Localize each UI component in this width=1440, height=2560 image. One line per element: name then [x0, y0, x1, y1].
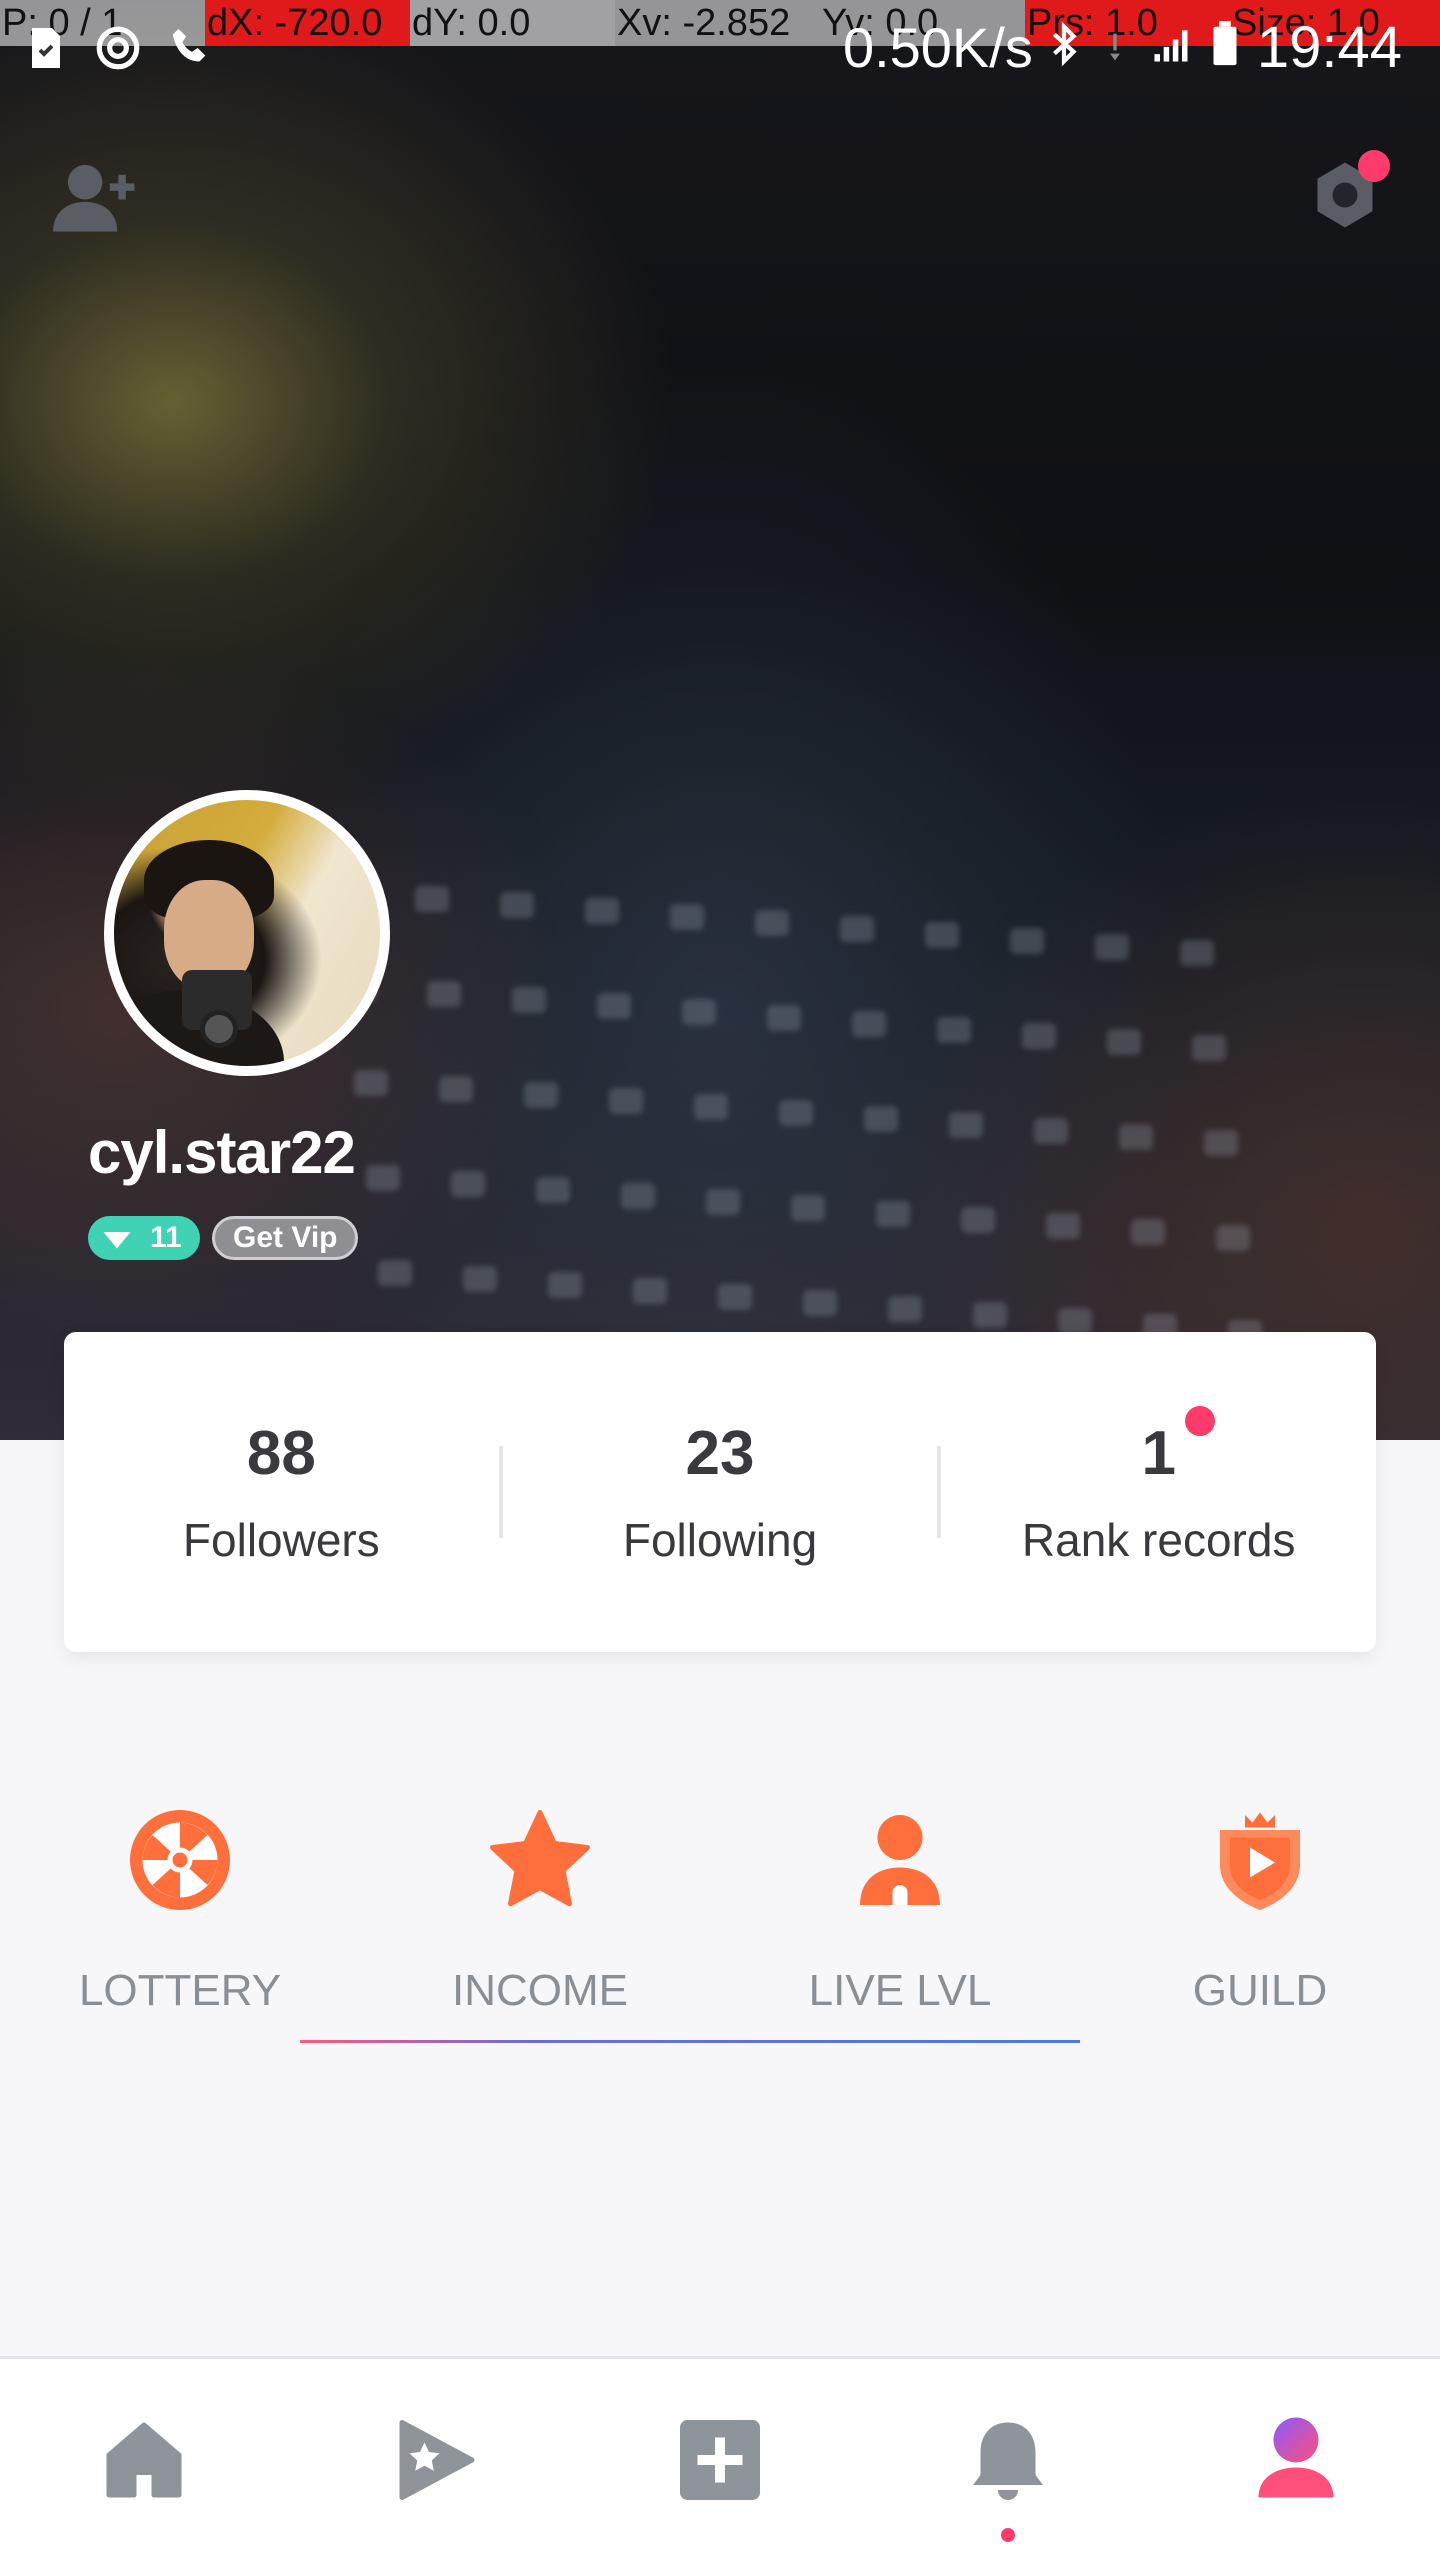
guild-shield-icon [1200, 1800, 1320, 1920]
add-friend-button[interactable] [50, 160, 140, 234]
level-value: 11 [150, 1221, 182, 1254]
lottery-button[interactable]: LOTTERY [0, 1800, 360, 2040]
avatar[interactable] [104, 790, 390, 1076]
signal-icon [1149, 14, 1193, 81]
add-user-icon [53, 164, 135, 232]
followers-count: 88 [246, 1418, 316, 1488]
following-stat[interactable]: 23 Following [503, 1418, 938, 1567]
status-bar: P: 0 / 1 dX: -720.0 dY: 0.0 Xv: -2.852 Y… [0, 0, 1440, 100]
debug-xv: Xv: -2.852 [615, 0, 820, 46]
star-icon [480, 1800, 600, 1920]
income-label: INCOME [452, 1966, 628, 2015]
income-button[interactable]: INCOME [360, 1800, 720, 2040]
nav-discover[interactable] [288, 2359, 576, 2560]
guild-button[interactable]: GUILD [1080, 1800, 1440, 2040]
diamond-icon [103, 1232, 131, 1249]
stats-card: 88 Followers 23 Following 1 Rank records [64, 1332, 1376, 1652]
profile-icon [1258, 2417, 1334, 2497]
bell-icon [973, 2422, 1043, 2500]
rank-records-label: Rank records [1021, 1513, 1296, 1566]
add-icon [680, 2419, 760, 2500]
nav-home[interactable] [0, 2359, 288, 2560]
lottery-wheel-icon [120, 1800, 240, 1920]
nav-create[interactable] [576, 2359, 864, 2560]
followers-label: Followers [182, 1513, 380, 1566]
notification-dot [1001, 2528, 1015, 2542]
live-level-label: LIVE LVL [808, 1966, 992, 2015]
profile-badges: 11 Get Vip [88, 1216, 359, 1260]
settings-notification-dot [1358, 150, 1390, 182]
followers-stat[interactable]: 88 Followers [64, 1418, 499, 1567]
debug-dx: dX: -720.0 [205, 0, 410, 46]
rank-records-count: 1 [1141, 1418, 1176, 1488]
username: cyl.star22 [88, 1119, 356, 1186]
lottery-label: LOTTERY [78, 1966, 282, 2015]
bluetooth-icon [1047, 14, 1081, 81]
home-icon [106, 2422, 182, 2497]
notification-icons [20, 22, 216, 74]
phone-icon [164, 22, 216, 74]
battery-icon [1207, 14, 1243, 81]
wifi-icon [1095, 14, 1135, 81]
guild-label: GUILD [1192, 1966, 1328, 2015]
rank-notification-dot [1185, 1405, 1216, 1436]
sync-icon [92, 22, 144, 74]
clock: 19:44 [1256, 15, 1402, 80]
following-label: Following [622, 1513, 818, 1566]
network-speed: 0.50K/s [842, 16, 1033, 79]
nav-notifications[interactable] [864, 2359, 1152, 2560]
rank-records-stat[interactable]: 1 Rank records [941, 1405, 1376, 1567]
bottom-navigation [0, 2356, 1440, 2560]
settings-button[interactable] [1300, 150, 1390, 240]
nav-profile[interactable] [1152, 2359, 1440, 2560]
debug-dy: dY: 0.0 [410, 0, 615, 46]
section-underline [300, 2040, 1080, 2043]
live-level-button[interactable]: LIVE LVL [720, 1800, 1080, 2040]
feature-shortcuts: LOTTERY INCOME LIVE LVL GUILD [0, 1800, 1440, 2040]
person-icon [840, 1800, 960, 1920]
level-badge[interactable]: 11 [88, 1216, 200, 1260]
sim-icon [20, 22, 72, 74]
play-star-icon [399, 2419, 475, 2500]
get-vip-button[interactable]: Get Vip [212, 1216, 359, 1260]
following-count: 23 [685, 1418, 755, 1488]
